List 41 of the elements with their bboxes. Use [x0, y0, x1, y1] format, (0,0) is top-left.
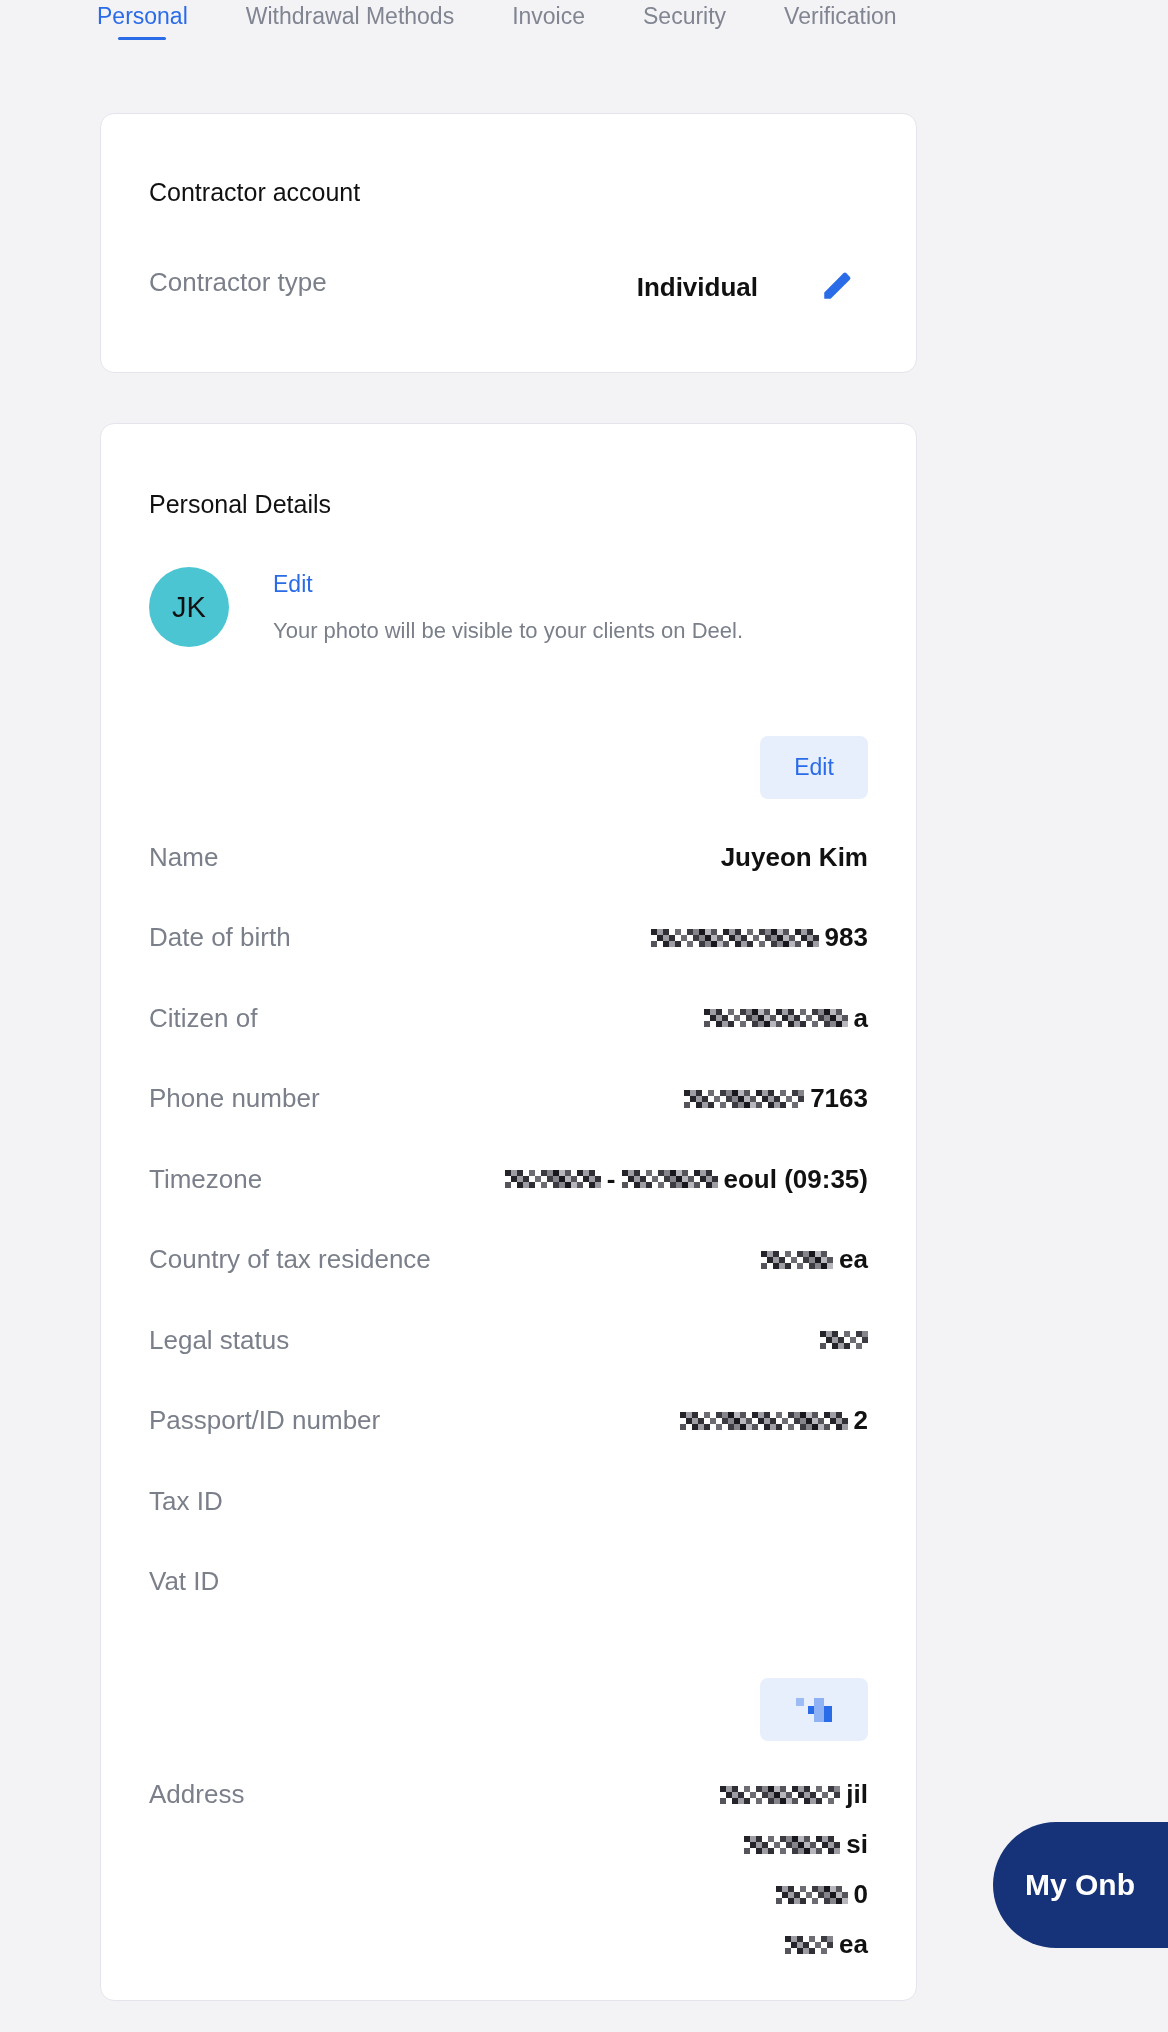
field-value: -: [606, 1163, 616, 1195]
field-label: Phone number: [149, 1083, 320, 1115]
tab[interactable]: Invoice: [512, 5, 585, 40]
field-label: Citizen of: [149, 1002, 258, 1034]
field-value: si: [846, 1829, 868, 1860]
field-value: ea: [839, 1929, 868, 1960]
field-label: Address: [149, 1779, 245, 1810]
field-value: Individual: [636, 272, 758, 303]
field-value: a: [853, 1002, 868, 1034]
redacted-mosaic-drawing: [796, 1697, 832, 1722]
field-value: Juyeon Kim: [720, 841, 868, 873]
field-value: ea: [839, 1244, 868, 1276]
field-label: Tax ID: [149, 1485, 223, 1517]
edit-button[interactable]: Edit: [760, 736, 868, 799]
onboarding-button[interactable]: My Onb: [993, 1822, 1168, 1948]
tab[interactable]: Verification: [784, 5, 897, 40]
field-value: jil: [846, 1779, 868, 1810]
field-value: 983: [824, 922, 868, 954]
field-label: Legal status: [149, 1324, 290, 1356]
field-label: Contractor type: [149, 267, 327, 298]
field-value: 2: [853, 1405, 868, 1437]
redacted-mosaic-drawing: [785, 1935, 834, 1954]
photo-note: Your photo will be visible to your clients on Deel.: [273, 618, 743, 644]
card-title: Contractor account: [149, 177, 362, 207]
tab[interactable]: Withdrawal Methods: [245, 5, 455, 40]
card-title: Personal Details: [149, 489, 333, 519]
field-label: Date of birth: [149, 922, 291, 954]
tab[interactable]: Personal: [97, 5, 188, 40]
avatar: JK: [149, 567, 229, 647]
redacted-mosaic-drawing: [820, 1331, 868, 1350]
field-label: Vat ID: [149, 1566, 220, 1598]
tab[interactable]: Security: [643, 5, 727, 40]
field-label: Name: [149, 841, 219, 873]
field-value: 0: [853, 1879, 868, 1910]
field-value: eoul (09:35): [723, 1163, 868, 1195]
redacted-button[interactable]: [760, 1678, 868, 1741]
field-label: Passport/ID number: [149, 1405, 381, 1437]
field-value: 7163: [810, 1083, 868, 1115]
field-label: Timezone: [149, 1163, 263, 1195]
field-label: Country of tax residence: [149, 1244, 431, 1276]
edit-photo-link[interactable]: Edit: [273, 571, 313, 598]
